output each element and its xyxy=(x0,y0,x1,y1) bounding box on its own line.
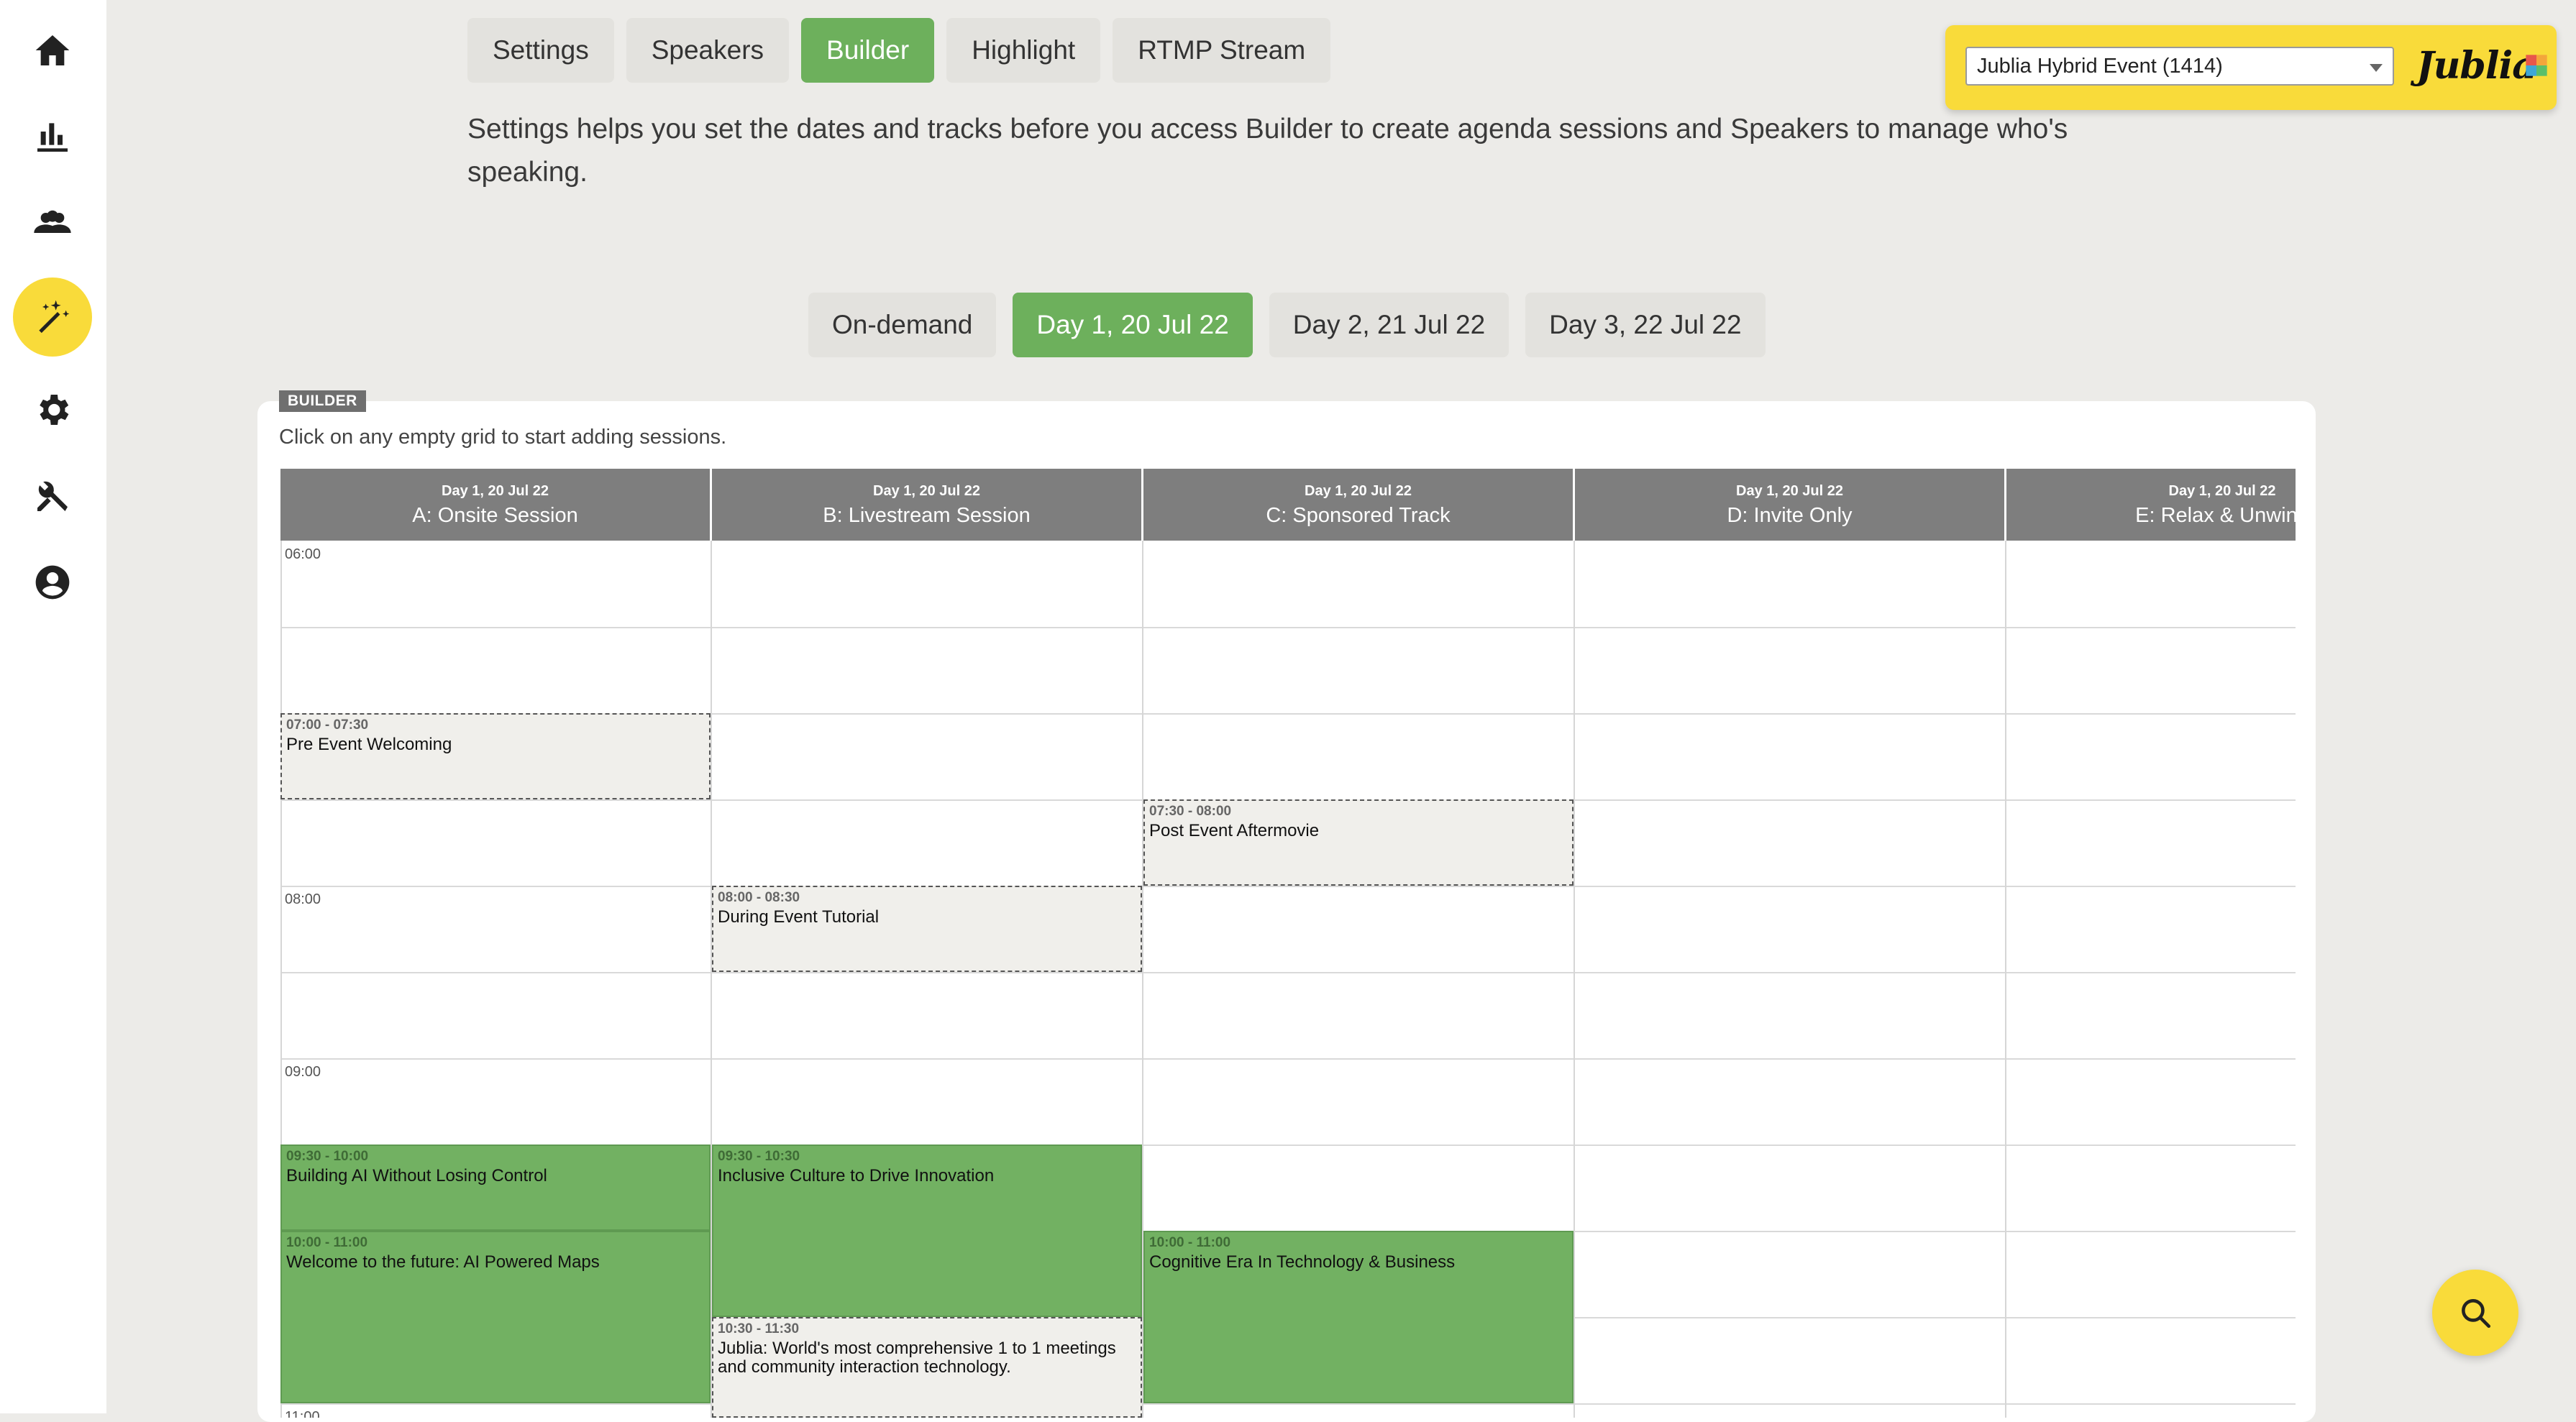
column-track: E: Relax & Unwind xyxy=(2135,504,2296,527)
nav-tools[interactable] xyxy=(13,457,92,536)
grid-line xyxy=(280,1403,2296,1405)
home-icon xyxy=(35,35,70,65)
nav-attendees[interactable] xyxy=(13,183,92,262)
magic-wand-icon xyxy=(39,300,70,334)
day-tab-day-3[interactable]: Day 3, 22 Jul 22 xyxy=(1525,293,1766,357)
session-card[interactable]: 10:30 - 11:30 Jublia: World's most compr… xyxy=(712,1317,1142,1418)
grid-line xyxy=(280,972,2296,973)
session-card[interactable]: 09:30 - 10:30 Inclusive Culture to Drive… xyxy=(712,1145,1142,1317)
column-day: Day 1, 20 Jul 22 xyxy=(1736,483,1843,499)
column-header: Day 1, 20 Jul 22 C: Sponsored Track xyxy=(1143,469,1573,541)
session-title: Building AI Without Losing Control xyxy=(286,1166,547,1185)
day-tab-bar: On-demand Day 1, 20 Jul 22 Day 2, 21 Jul… xyxy=(808,293,1766,357)
event-select-value: Jublia Hybrid Event (1414) xyxy=(1977,54,2223,78)
session-time: 10:00 - 11:00 xyxy=(1149,1235,1231,1250)
session-time: 08:00 - 08:30 xyxy=(718,890,800,905)
top-tab-bar: Settings Speakers Builder Highlight RTMP… xyxy=(467,18,1331,83)
time-label: 11:00 xyxy=(285,1409,320,1418)
nav-account[interactable] xyxy=(13,543,92,622)
gear-icon xyxy=(40,395,69,425)
time-label: 06:00 xyxy=(285,546,321,562)
session-card[interactable]: 07:30 - 08:00 Post Event Aftermovie xyxy=(1143,799,1574,886)
column-header: Day 1, 20 Jul 22 E: Relax & Unwind xyxy=(2006,469,2296,541)
session-time: 10:00 - 11:00 xyxy=(286,1235,368,1250)
session-title: Post Event Aftermovie xyxy=(1149,821,1320,840)
grid-line xyxy=(280,627,2296,628)
day-tab-day-1[interactable]: Day 1, 20 Jul 22 xyxy=(1013,293,1253,357)
search-icon xyxy=(2462,1299,2491,1329)
session-time: 09:30 - 10:00 xyxy=(286,1149,369,1164)
nav-builder[interactable] xyxy=(13,277,92,357)
session-title: Inclusive Culture to Drive Innovation xyxy=(718,1166,995,1185)
column-day: Day 1, 20 Jul 22 xyxy=(442,483,549,499)
time-label: 08:00 xyxy=(285,891,321,907)
column-track: C: Sponsored Track xyxy=(1266,504,1451,527)
session-title: Pre Event Welcoming xyxy=(286,735,452,754)
session-title: During Event Tutorial xyxy=(718,907,880,927)
column-day: Day 1, 20 Jul 22 xyxy=(2168,483,2276,499)
column-track: D: Invite Only xyxy=(1727,504,1853,527)
session-card[interactable]: 08:00 - 08:30 During Event Tutorial xyxy=(712,886,1142,972)
column-day: Day 1, 20 Jul 22 xyxy=(1305,483,1412,499)
session-card[interactable]: 07:00 - 07:30 Pre Event Welcoming xyxy=(280,713,711,799)
column-track: A: Onsite Session xyxy=(412,504,578,527)
grid-line xyxy=(1574,541,1575,1418)
time-label: 09:00 xyxy=(285,1064,321,1080)
event-select[interactable]: Jublia Hybrid Event (1414) xyxy=(1965,47,2394,86)
session-title: Cognitive Era In Technology & Business xyxy=(1149,1252,1456,1272)
builder-hint: Click on any empty grid to start adding … xyxy=(279,426,727,449)
column-day: Day 1, 20 Jul 22 xyxy=(873,483,980,499)
session-title: Jublia: World's most comprehensive 1 to … xyxy=(718,1339,1116,1377)
session-card[interactable]: 09:30 - 10:00 Building AI Without Losing… xyxy=(280,1145,711,1231)
session-time: 07:00 - 07:30 xyxy=(286,717,369,733)
sidebar xyxy=(0,0,106,1413)
day-tab-on-demand[interactable]: On-demand xyxy=(808,293,997,357)
day-tab-day-2[interactable]: Day 2, 21 Jul 22 xyxy=(1269,293,1509,357)
logo-mark-icon xyxy=(2526,55,2547,76)
page-description: Settings helps you set the dates and tra… xyxy=(467,114,2068,188)
session-time: 07:30 - 08:00 xyxy=(1149,804,1232,819)
builder-badge: BUILDER xyxy=(279,390,366,412)
event-selector-panel: Jublia Hybrid Event (1414) Jublia xyxy=(1945,25,2557,110)
column-header: Day 1, 20 Jul 22 A: Onsite Session xyxy=(280,469,710,541)
nav-home[interactable] xyxy=(13,11,92,90)
account-icon xyxy=(35,565,70,600)
session-time: 10:30 - 11:30 xyxy=(718,1321,800,1336)
search-button[interactable] xyxy=(2432,1270,2518,1356)
nav-settings[interactable] xyxy=(13,370,92,449)
tab-builder[interactable]: Builder xyxy=(801,18,935,83)
tab-highlight[interactable]: Highlight xyxy=(946,18,1101,83)
grid-line xyxy=(280,886,2296,887)
nav-analytics[interactable] xyxy=(13,97,92,176)
chevron-down-icon xyxy=(2370,64,2383,72)
column-header: Day 1, 20 Jul 22 B: Livestream Session xyxy=(712,469,1141,541)
bar-chart-icon xyxy=(37,123,68,152)
tab-speakers[interactable]: Speakers xyxy=(626,18,790,83)
users-icon xyxy=(34,210,71,233)
grid-line xyxy=(2005,541,2006,1418)
tools-icon xyxy=(37,481,68,511)
session-time: 09:30 - 10:30 xyxy=(718,1149,800,1164)
jublia-logo: Jublia xyxy=(2416,44,2536,88)
session-card[interactable]: 10:00 - 11:00 Welcome to the future: AI … xyxy=(280,1231,711,1403)
column-header: Day 1, 20 Jul 22 D: Invite Only xyxy=(1575,469,2004,541)
column-track: B: Livestream Session xyxy=(823,504,1031,527)
grid-line xyxy=(280,1058,2296,1060)
tab-settings[interactable]: Settings xyxy=(467,18,614,83)
schedule-grid[interactable]: Day 1, 20 Jul 22 A: Onsite Session Day 1… xyxy=(280,469,2296,1418)
session-card[interactable]: 10:00 - 11:00 Cognitive Era In Technolog… xyxy=(1143,1231,1574,1403)
tab-rtmp-stream[interactable]: RTMP Stream xyxy=(1113,18,1331,83)
session-title: Welcome to the future: AI Powered Maps xyxy=(286,1252,600,1272)
